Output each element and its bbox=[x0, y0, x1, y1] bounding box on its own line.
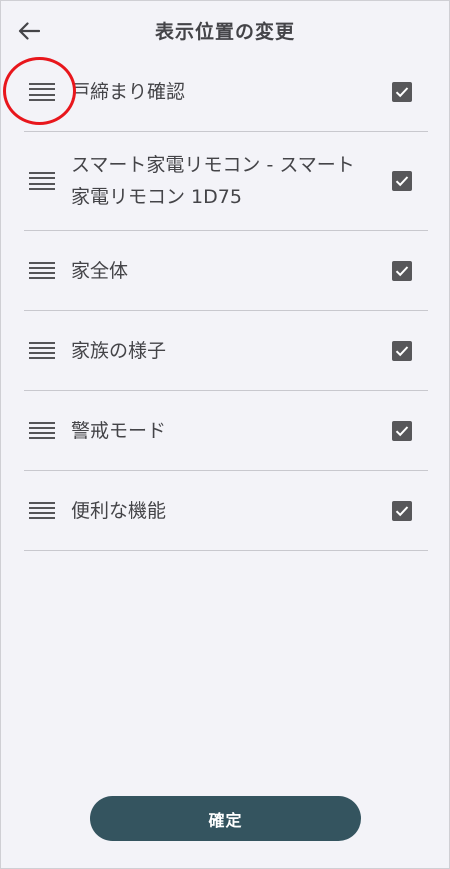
checkbox[interactable] bbox=[392, 420, 412, 441]
list-item: 警戒モード bbox=[24, 391, 428, 471]
drag-handle-icon[interactable] bbox=[29, 83, 55, 101]
checkmark-icon bbox=[395, 505, 409, 516]
page-title: 表示位置の変更 bbox=[154, 21, 295, 43]
checkmark-icon bbox=[395, 425, 409, 436]
checkbox[interactable] bbox=[392, 340, 412, 361]
drag-handle-icon[interactable] bbox=[29, 501, 55, 520]
list-item-label: 便利な機能 bbox=[71, 499, 167, 522]
header: 表示位置の変更 bbox=[1, 1, 449, 61]
confirm-button[interactable]: 確定 bbox=[90, 796, 361, 841]
drag-handle-icon[interactable] bbox=[29, 341, 55, 360]
list-item: 家族の様子 bbox=[24, 311, 428, 391]
list-item-label: 警戒モード bbox=[71, 419, 167, 442]
checkmark-icon bbox=[395, 176, 409, 187]
checkmark-icon bbox=[395, 265, 409, 276]
checkbox[interactable] bbox=[392, 500, 412, 521]
drag-handle-icon[interactable] bbox=[29, 421, 55, 440]
drag-handle-icon[interactable] bbox=[29, 172, 55, 190]
checkbox[interactable] bbox=[392, 171, 412, 191]
list-item: 便利な機能 bbox=[24, 471, 428, 551]
list-item-label: 戸締まり確認 bbox=[71, 81, 186, 103]
list-item: 戸締まり確認 bbox=[24, 53, 428, 132]
checkmark-icon bbox=[395, 87, 409, 98]
checkmark-icon bbox=[395, 345, 409, 356]
list-item: 家全体 bbox=[24, 231, 428, 311]
list-item: スマート家電リモコン - スマート家電リモコン 1D75 bbox=[24, 132, 428, 231]
app-screen: 表示位置の変更 戸締まり確認 スマート家電リモコン - スマート家電リモコン 1… bbox=[0, 0, 450, 869]
item-list: 戸締まり確認 スマート家電リモコン - スマート家電リモコン 1D75 家全体 … bbox=[24, 53, 428, 551]
list-item-label: 家族の様子 bbox=[71, 339, 167, 362]
checkbox[interactable] bbox=[392, 82, 412, 102]
checkbox[interactable] bbox=[392, 260, 412, 281]
list-item-label: 家全体 bbox=[71, 259, 129, 282]
list-item-label: スマート家電リモコン - スマート家電リモコン 1D75 bbox=[71, 154, 355, 208]
drag-handle-icon[interactable] bbox=[29, 261, 55, 280]
